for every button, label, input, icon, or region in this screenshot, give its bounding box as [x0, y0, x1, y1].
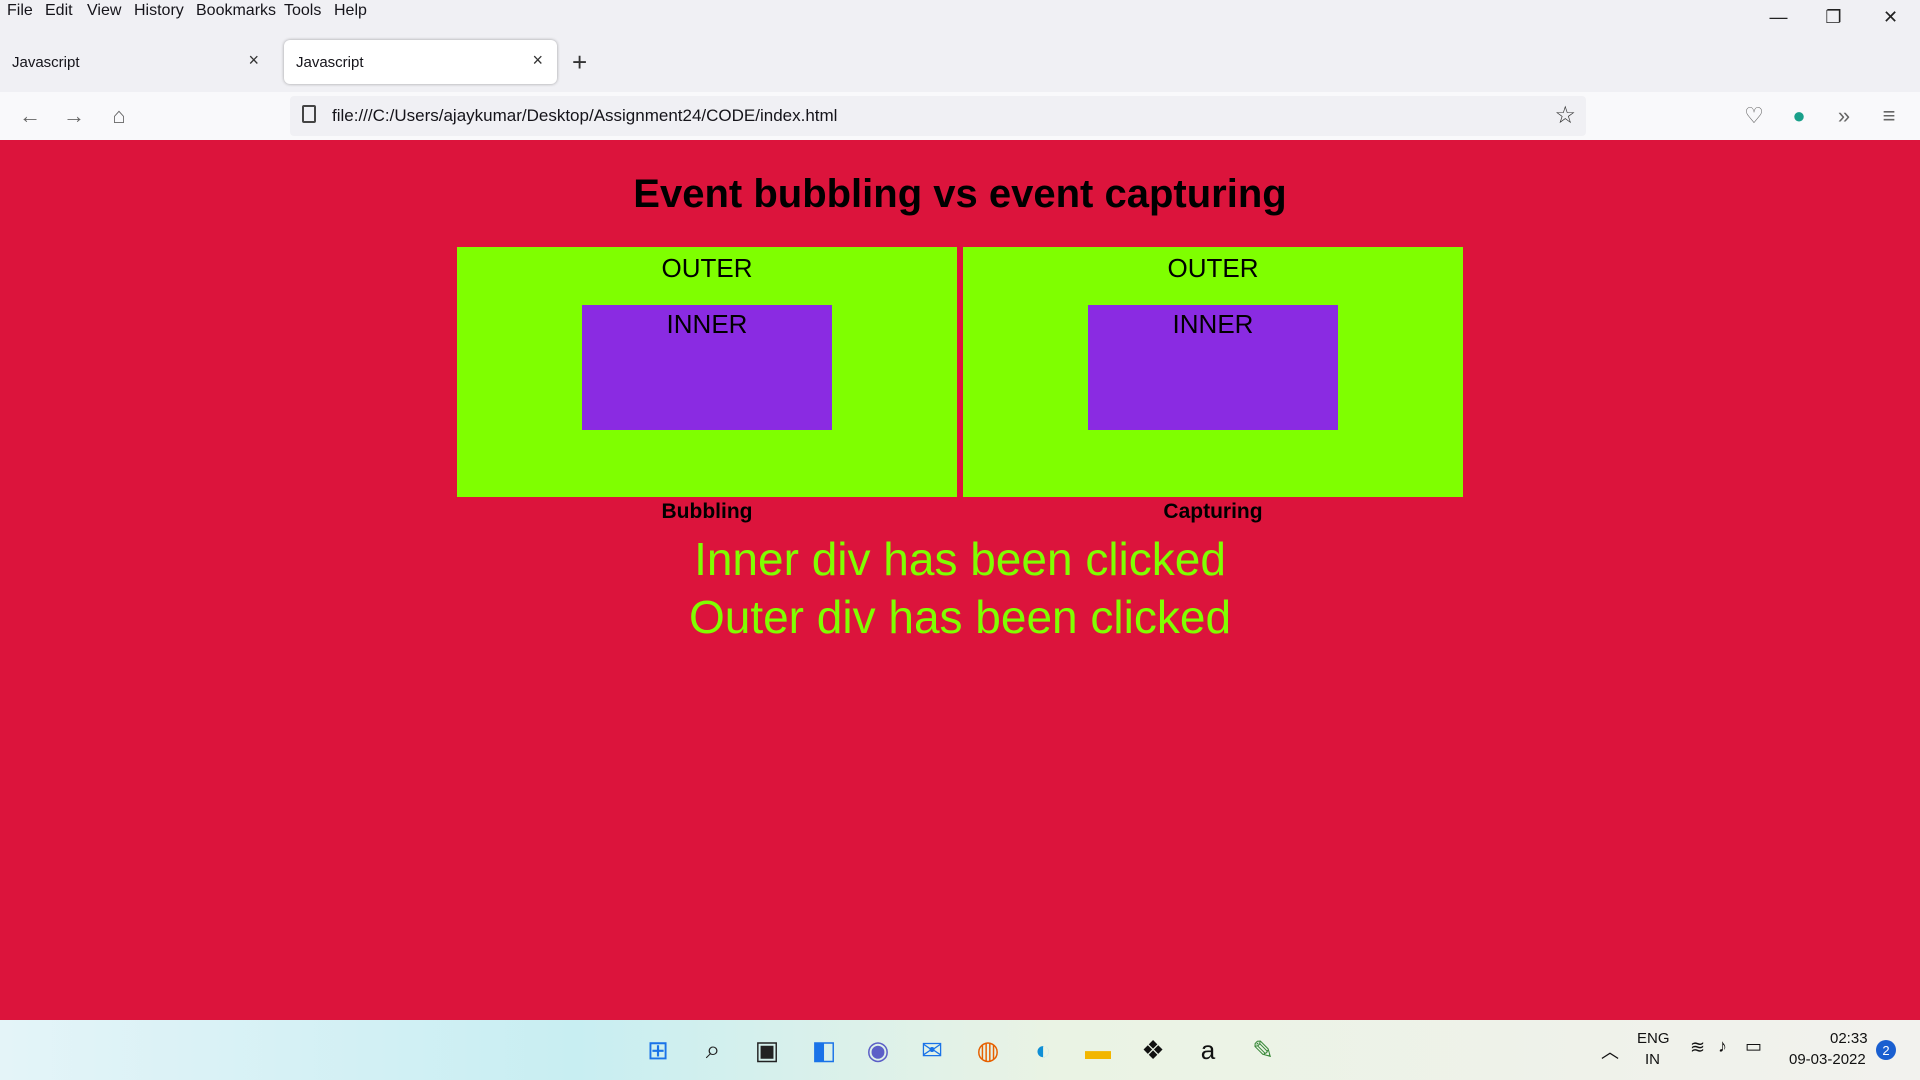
url-bar[interactable]: file:///C:/Users/ajaykumar/Desktop/Assig…	[290, 96, 1586, 136]
outer-click-message: Outer div has been clicked	[688, 591, 1232, 643]
language-bottom[interactable]: IN	[1645, 1051, 1660, 1068]
battery-icon[interactable]: ▭	[1745, 1036, 1762, 1057]
menu-edit[interactable]: Edit	[45, 2, 73, 20]
dropbox-icon[interactable]: ❖	[1135, 1032, 1171, 1068]
clock-date[interactable]: 09-03-2022	[1789, 1051, 1866, 1068]
file-explorer-icon[interactable]: ▬	[1080, 1032, 1116, 1068]
page-icon	[302, 105, 316, 123]
overflow-icon[interactable]: »	[1828, 100, 1860, 132]
caption-bubbling: Bubbling	[661, 500, 753, 523]
nav-bar: ← → ⌂ file:///C:/Users/ajaykumar/Desktop…	[0, 92, 1920, 140]
mail-icon[interactable]: ✉	[914, 1032, 950, 1068]
tab-javascript-1[interactable]: Javascript ×	[0, 40, 273, 84]
bookmark-star-icon[interactable]: ☆	[1554, 101, 1576, 130]
clock-time[interactable]: 02:33	[1830, 1030, 1868, 1047]
outer-label: OUTER	[1167, 253, 1259, 283]
forward-icon[interactable]: →	[58, 100, 90, 132]
home-icon[interactable]: ⌂	[103, 100, 135, 132]
menu-file[interactable]: File	[7, 2, 33, 20]
language-top[interactable]: ENG	[1637, 1030, 1670, 1047]
inner-click-message: Inner div has been clicked	[694, 533, 1226, 585]
tab-title: Javascript	[12, 53, 80, 71]
menu-tools[interactable]: Tools	[284, 2, 321, 20]
chat-icon[interactable]: ◉	[860, 1032, 896, 1068]
notepad-icon[interactable]: ✎	[1245, 1032, 1281, 1068]
inner-label: INNER	[666, 309, 748, 339]
url-text: file:///C:/Users/ajaykumar/Desktop/Assig…	[332, 106, 838, 125]
outer-box-bubbling[interactable]: OUTER INNER	[457, 247, 957, 497]
close-tab-icon[interactable]: ×	[248, 50, 259, 71]
tab-javascript-2[interactable]: Javascript ×	[284, 40, 557, 84]
windows-start-icon[interactable]: ⊞	[640, 1032, 676, 1068]
close-window-icon[interactable]: ✕	[1863, 0, 1918, 34]
amazon-icon[interactable]: a	[1190, 1032, 1226, 1068]
notification-badge[interactable]: 2	[1876, 1040, 1896, 1060]
inner-box-bubbling[interactable]: INNER	[582, 305, 832, 430]
outer-label: OUTER	[661, 253, 753, 283]
restore-icon[interactable]: ❐	[1806, 0, 1861, 34]
back-icon[interactable]: ←	[14, 100, 46, 132]
widgets-icon[interactable]: ◧	[806, 1032, 842, 1068]
edge-icon[interactable]: ◐	[1025, 1032, 1061, 1068]
new-tab-icon[interactable]: +	[572, 44, 587, 80]
minimize-icon[interactable]: —	[1751, 0, 1806, 34]
menu-history[interactable]: History	[134, 2, 184, 20]
chevron-up-icon[interactable]: ︿	[1601, 1038, 1619, 1064]
menu-view[interactable]: View	[87, 2, 121, 20]
outer-box-capturing[interactable]: OUTER INNER	[963, 247, 1463, 497]
menu-help[interactable]: Help	[334, 2, 367, 20]
firefox-icon[interactable]: ◍	[970, 1032, 1006, 1068]
account-icon[interactable]: ●	[1783, 100, 1815, 132]
search-icon[interactable]: ⌕	[695, 1032, 731, 1068]
tab-strip: Javascript × Javascript ×	[0, 40, 1920, 84]
page-content: Event bubbling vs event capturing OUTER …	[0, 140, 1920, 1020]
inner-label: INNER	[1172, 309, 1254, 339]
inner-box-capturing[interactable]: INNER	[1088, 305, 1338, 430]
task-view-icon[interactable]: ▣	[749, 1032, 785, 1068]
pocket-icon[interactable]: ♡	[1738, 100, 1770, 132]
wifi-icon[interactable]: ≋	[1690, 1037, 1705, 1058]
close-tab-icon[interactable]: ×	[532, 50, 543, 71]
volume-icon[interactable]: ♪	[1718, 1036, 1727, 1057]
menu-bookmarks[interactable]: Bookmarks	[196, 2, 276, 20]
hamburger-menu-icon[interactable]: ≡	[1873, 100, 1905, 132]
caption-capturing: Capturing	[1163, 500, 1263, 523]
menu-bar: File Edit View History Bookmarks Tools H…	[0, 0, 1920, 24]
tab-title: Javascript	[296, 53, 364, 71]
taskbar: ⊞ ⌕ ▣ ◧ ◉ ✉ ◍ ◐ ▬ ❖ a ✎ ︿ ENG IN ≋ ♪ ▭ 0…	[0, 1020, 1920, 1080]
page-title: Event bubbling vs event capturing	[633, 172, 1287, 216]
